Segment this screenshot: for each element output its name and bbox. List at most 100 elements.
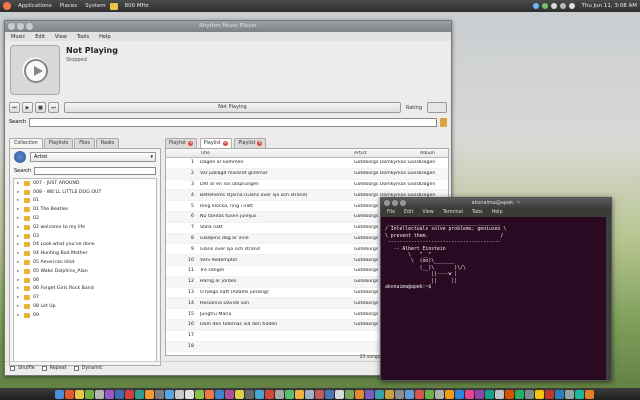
maximize-window-icon[interactable] xyxy=(26,23,33,30)
album-list-item[interactable]: ▸ 02 welcome to my life xyxy=(14,223,156,232)
expand-icon[interactable]: ▸ xyxy=(17,286,21,291)
album-list-item[interactable]: ▸ 02 xyxy=(14,214,156,223)
terminal-scrollbar[interactable] xyxy=(606,217,611,380)
expand-icon[interactable]: ▸ xyxy=(17,198,21,203)
close-tab-icon[interactable] xyxy=(257,140,263,146)
term-menu-edit[interactable]: Edit xyxy=(404,210,413,215)
dock-app-icon[interactable] xyxy=(465,389,474,399)
repeat-checkbox[interactable] xyxy=(41,366,47,371)
expand-icon[interactable]: ▸ xyxy=(17,190,21,195)
dock-app-icon[interactable] xyxy=(375,389,384,399)
tab-radio[interactable]: Radio xyxy=(95,138,120,148)
dock-app-icon[interactable] xyxy=(205,389,214,399)
album-list-item[interactable]: ▸ 05 American Idiot xyxy=(14,258,156,267)
next-button[interactable]: ⏭ xyxy=(48,102,59,113)
dock-app-icon[interactable] xyxy=(555,389,564,399)
artist-combo[interactable]: Artist xyxy=(30,152,156,162)
clear-search-icon[interactable] xyxy=(440,117,447,127)
term-menu-tabs[interactable]: Tabs xyxy=(472,210,483,215)
dock-app-icon[interactable] xyxy=(445,389,454,399)
dock-app-icon[interactable] xyxy=(585,389,594,399)
dock-app-icon[interactable] xyxy=(515,389,524,399)
dock-app-icon[interactable] xyxy=(365,389,374,399)
dock-app-icon[interactable] xyxy=(335,389,344,399)
term-menu-help[interactable]: Help xyxy=(492,210,503,215)
album-list-item[interactable]: ▸ 08 Let Up xyxy=(14,302,156,311)
dock-app-icon[interactable] xyxy=(295,389,304,399)
expand-icon[interactable]: ▸ xyxy=(17,304,21,309)
rating-widget[interactable] xyxy=(427,102,447,113)
dock-app-icon[interactable] xyxy=(425,389,434,399)
album-list-item[interactable]: ▸ 01 The Beatles xyxy=(14,205,156,214)
album-list-item[interactable]: ▸ 05 Wake Dolphins_Alan xyxy=(14,267,156,276)
menu-tools[interactable]: Tools xyxy=(77,34,89,40)
album-list-item[interactable]: ▸ 07 xyxy=(14,293,156,302)
search-input[interactable] xyxy=(29,117,437,127)
dock-app-icon[interactable] xyxy=(155,389,164,399)
dock-app-icon[interactable] xyxy=(455,389,464,399)
dock-app-icon[interactable] xyxy=(255,389,264,399)
playlist-tab-2[interactable]: Playlist xyxy=(199,138,232,148)
term-menu-file[interactable]: File xyxy=(387,210,395,215)
expand-icon[interactable]: ▸ xyxy=(17,295,21,300)
dock-app-icon[interactable] xyxy=(175,389,184,399)
dock-app-icon[interactable] xyxy=(415,389,424,399)
dock-app-icon[interactable] xyxy=(275,389,284,399)
dynamic-checkbox[interactable] xyxy=(73,366,79,371)
menu-music[interactable]: Music xyxy=(11,34,25,40)
dock-app-icon[interactable] xyxy=(535,389,544,399)
dock-app-icon[interactable] xyxy=(495,389,504,399)
dock-app-icon[interactable] xyxy=(245,389,254,399)
album-list-item[interactable]: ▸ 007 - JUST AROUND xyxy=(14,179,156,188)
cpu-freq-icon[interactable] xyxy=(109,2,118,10)
dock-app-icon[interactable] xyxy=(145,389,154,399)
table-row[interactable]: 2 Var jublagd mörkret glimmar Göteborgs Do… xyxy=(166,168,448,180)
minimize-window-icon[interactable] xyxy=(17,23,24,30)
column-header-title[interactable]: Title xyxy=(200,151,354,156)
expand-icon[interactable]: ▸ xyxy=(17,207,21,212)
menu-applications[interactable]: Applications xyxy=(14,0,56,12)
expand-icon[interactable]: ▸ xyxy=(17,234,21,239)
expand-icon[interactable]: ▸ xyxy=(17,313,21,318)
album-list-item[interactable]: ▸ 03 xyxy=(14,232,156,241)
menu-system[interactable]: System xyxy=(81,0,110,12)
dock-app-icon[interactable] xyxy=(125,389,134,399)
dock-app-icon[interactable] xyxy=(345,389,354,399)
table-row[interactable]: 1 Dagen är kommen Göteborgs Domkyrkas Goss… xyxy=(166,158,448,169)
dock-app-icon[interactable] xyxy=(285,389,294,399)
progress-bar[interactable]: Not Playing xyxy=(64,102,401,113)
dock-app-icon[interactable] xyxy=(305,389,314,399)
expand-icon[interactable]: ▸ xyxy=(17,278,21,283)
dock-app-icon[interactable] xyxy=(105,389,114,399)
dock-app-icon[interactable] xyxy=(405,389,414,399)
dock-app-icon[interactable] xyxy=(235,389,244,399)
dock-app-icon[interactable] xyxy=(185,389,194,399)
dock-app-icon[interactable] xyxy=(195,389,204,399)
dock-app-icon[interactable] xyxy=(325,389,334,399)
expand-icon[interactable]: ▸ xyxy=(17,225,21,230)
dock-app-icon[interactable] xyxy=(315,389,324,399)
shuffle-checkbox[interactable] xyxy=(10,366,15,371)
album-list-item[interactable]: ▸ 04 Look what you've done xyxy=(14,241,156,250)
dock-app-icon[interactable] xyxy=(135,389,144,399)
playlist-tab-1[interactable]: Playlist xyxy=(165,138,198,148)
dock-app-icon[interactable] xyxy=(575,389,584,399)
update-icon[interactable] xyxy=(542,3,549,9)
dock-app-icon[interactable] xyxy=(65,389,74,399)
dock-app-icon[interactable] xyxy=(165,389,174,399)
album-list[interactable]: ▸ 007 - JUST AROUND ▸ 008 - WE'LL LITTLE DO… xyxy=(13,178,157,362)
dock-app-icon[interactable] xyxy=(395,389,404,399)
menu-view[interactable]: View xyxy=(55,34,67,40)
dock-app-icon[interactable] xyxy=(525,389,534,399)
mail-icon[interactable] xyxy=(569,3,576,9)
play-button[interactable]: ▶ xyxy=(22,102,33,113)
previous-button[interactable]: ⏮ xyxy=(9,102,20,113)
tab-playlists[interactable]: Playlists xyxy=(43,138,74,148)
close-tab-icon[interactable] xyxy=(188,140,194,146)
refresh-collection-icon[interactable] xyxy=(14,151,26,163)
terminal-output[interactable]: _______________________________________ /… xyxy=(381,217,611,295)
filter-input[interactable] xyxy=(34,166,156,175)
dock-app-icon[interactable] xyxy=(355,389,364,399)
column-header-artist[interactable]: Artist xyxy=(354,151,420,156)
volume-icon[interactable] xyxy=(560,3,567,9)
